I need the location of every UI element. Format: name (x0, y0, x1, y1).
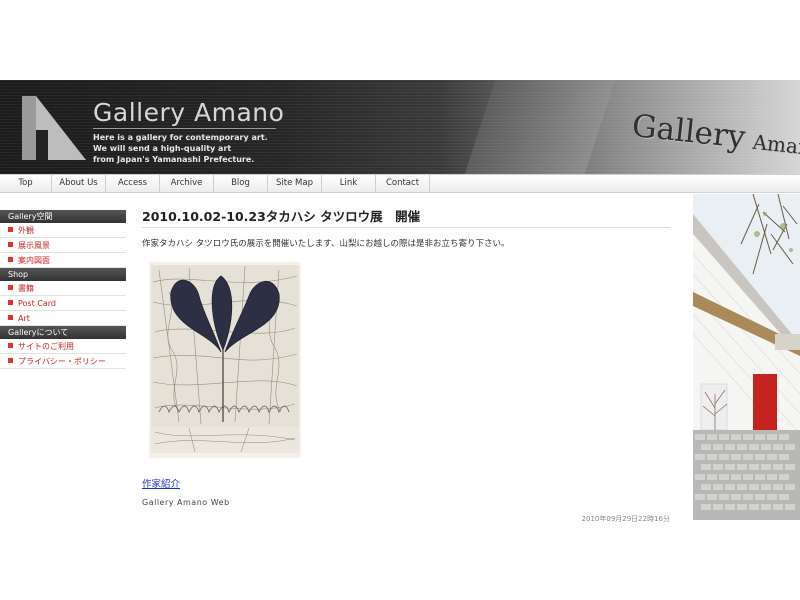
global-nav: Top About Us Access Archive Blog Site Ma… (0, 174, 800, 193)
sidebar-item-label: Art (18, 314, 30, 323)
sidebar-item-floor-plan[interactable]: 案内図面 (0, 253, 126, 268)
artwork-image[interactable] (149, 262, 301, 458)
post-title[interactable]: 2010.10.02-10.23タカハシ タツロウ展 開催 (142, 206, 670, 228)
tagline-line: from Japan's Yamanashi Prefecture. (93, 155, 255, 164)
gallery-logo-icon[interactable] (22, 96, 86, 160)
sidebar-item-label: 展示風景 (18, 241, 50, 250)
gallery-web-label: Gallery Amano Web (142, 498, 230, 507)
nav-access[interactable]: Access (106, 175, 160, 192)
sidebar-heading-shop: Shop (0, 268, 126, 281)
tagline-line: We will send a high-quality art (93, 144, 232, 153)
nav-about-us[interactable]: About Us (52, 175, 106, 192)
nav-blog[interactable]: Blog (214, 175, 268, 192)
sidebar-item-label: 書籍 (18, 284, 34, 293)
bullet-icon (8, 343, 13, 348)
sidebar: Gallery空間 外観 展示風景 案内図面 Shop 書籍 Post Card… (0, 210, 126, 369)
sidebar-item-site-usage[interactable]: サイトのご利用 (0, 339, 126, 354)
nav-link[interactable]: Link (322, 175, 376, 192)
sidebar-item-books[interactable]: 書籍 (0, 281, 126, 296)
post-timestamp: 2010年09月29日22時16分 (581, 515, 670, 523)
sign-word-amano: Amano (751, 129, 800, 161)
brand-underline (93, 128, 276, 129)
sidebar-item-label: 外観 (18, 226, 34, 235)
bullet-icon (8, 242, 13, 247)
sidebar-item-exhibition-view[interactable]: 展示風景 (0, 238, 126, 253)
nav-site-map[interactable]: Site Map (268, 175, 322, 192)
tagline-line: Here is a gallery for contemporary art. (93, 133, 268, 142)
sidebar-item-label: Post Card (18, 299, 56, 308)
site-tagline: Here is a gallery for contemporary art. … (93, 132, 268, 165)
sidebar-item-art[interactable]: Art (0, 311, 126, 326)
sidebar-item-label: サイトのご利用 (18, 342, 74, 351)
site-brand-name[interactable]: Gallery Amano (93, 98, 284, 127)
bullet-icon (8, 358, 13, 363)
sidebar-heading-about-gallery: Galleryについて (0, 326, 126, 339)
post-body-text: 作家タカハシ タツロウ氏の展示を開催いたします、山梨にお越しの際は是非お立ち寄り… (142, 239, 510, 249)
author-profile-link[interactable]: 作家紹介 (142, 476, 180, 490)
bullet-icon (8, 285, 13, 290)
nav-contact[interactable]: Contact (376, 175, 430, 192)
header-banner: Gallery Amano Here is a gallery for cont… (0, 80, 800, 174)
nav-archive[interactable]: Archive (160, 175, 214, 192)
nav-top[interactable]: Top (0, 175, 52, 192)
page: Gallery Amano Here is a gallery for cont… (0, 0, 800, 600)
bullet-icon (8, 300, 13, 305)
sidebar-item-label: 案内図面 (18, 256, 50, 265)
sidebar-item-privacy-policy[interactable]: プライバシー・ポリシー (0, 354, 126, 369)
sidebar-item-label: プライバシー・ポリシー (18, 357, 106, 366)
sidebar-item-post-card[interactable]: Post Card (0, 296, 126, 311)
gallery-building-photo (693, 194, 800, 520)
main-content: 2010.10.02-10.23タカハシ タツロウ展 開催 作家タカハシ タツロ… (142, 206, 670, 523)
sidebar-item-exterior[interactable]: 外観 (0, 223, 126, 238)
bullet-icon (8, 257, 13, 262)
sidebar-heading-gallery-space: Gallery空間 (0, 210, 126, 223)
bullet-icon (8, 227, 13, 232)
bullet-icon (8, 315, 13, 320)
